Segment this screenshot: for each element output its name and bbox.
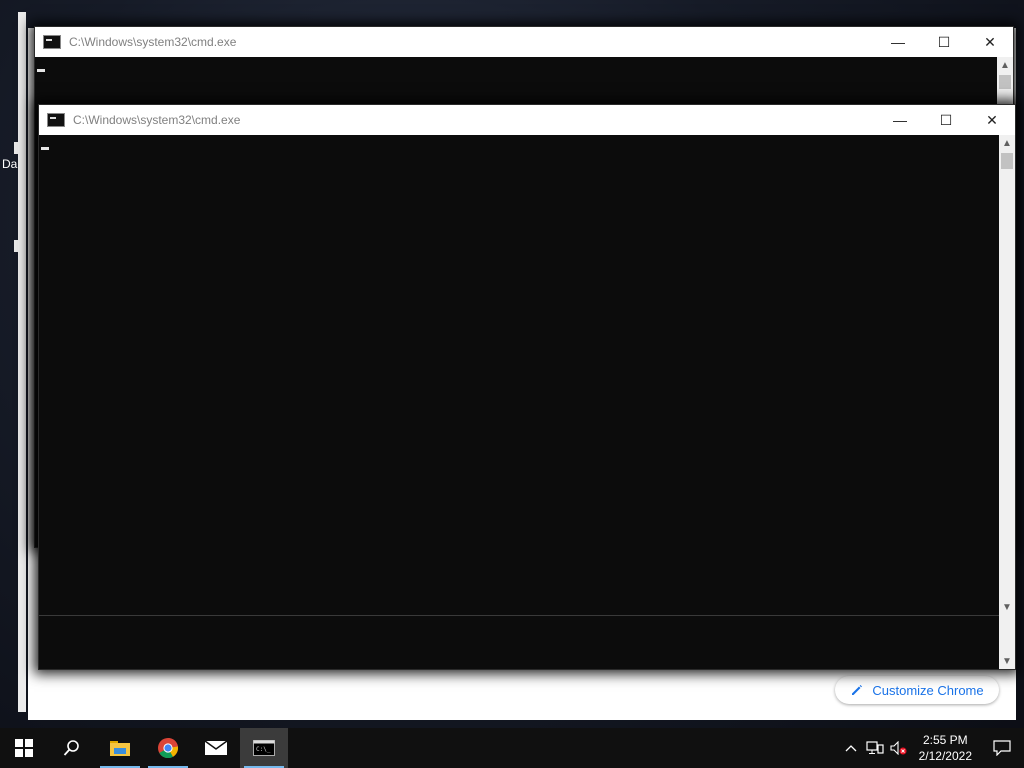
minimize-button[interactable]: —	[877, 105, 923, 135]
customize-chrome-button[interactable]: Customize Chrome	[835, 676, 999, 704]
cmd-app-icon	[47, 113, 65, 127]
customize-chrome-label: Customize Chrome	[872, 682, 984, 698]
close-icon: ✕	[984, 33, 996, 50]
scroll-down-icon[interactable]: ▼	[999, 599, 1015, 615]
taskbar-chrome[interactable]	[144, 728, 192, 768]
start-button[interactable]	[0, 728, 48, 768]
minimize-icon: —	[891, 34, 905, 50]
show-hidden-icons-button[interactable]	[839, 744, 863, 752]
taskbar-file-explorer[interactable]	[96, 728, 144, 768]
maximize-icon: ☐	[937, 33, 951, 50]
network-button[interactable]	[863, 741, 887, 755]
pencil-icon	[852, 685, 863, 695]
file-explorer-icon	[110, 741, 130, 756]
network-icon	[866, 741, 884, 754]
chrome-icon	[158, 738, 179, 759]
volume-muted-icon	[890, 741, 907, 755]
text-cursor	[37, 69, 45, 72]
search-icon	[63, 740, 79, 756]
clock-time: 2:55 PM	[922, 733, 968, 747]
close-button[interactable]: ✕	[969, 105, 1015, 135]
minimize-button[interactable]: —	[875, 27, 921, 57]
chevron-up-icon	[845, 745, 857, 752]
svg-text:C:\_: C:\_	[256, 746, 271, 753]
taskbar-command-prompt[interactable]: C:\_	[240, 728, 288, 768]
close-icon: ✕	[986, 111, 998, 128]
window-title: C:\Windows\system32\cmd.exe	[69, 35, 237, 49]
minimize-icon: —	[893, 112, 907, 128]
taskbar: C:\_ 2:55 PM 2/12/2022	[0, 728, 1024, 768]
taskbar-mail[interactable]	[192, 728, 240, 768]
windows-start-icon	[15, 739, 33, 757]
desktop-icon-label[interactable]: Da	[2, 157, 17, 171]
command-prompt-icon: C:\_	[253, 740, 275, 756]
cmd-app-icon	[43, 35, 61, 49]
window-title: C:\Windows\system32\cmd.exe	[73, 113, 241, 127]
title-bar[interactable]: C:\Windows\system32\cmd.exe — ☐ ✕	[39, 105, 1015, 135]
notification-icon	[993, 740, 1011, 756]
volume-button[interactable]	[887, 741, 911, 755]
console-area[interactable]	[39, 135, 999, 669]
action-center-button[interactable]	[980, 740, 1024, 756]
maximize-button[interactable]: ☐	[923, 105, 969, 135]
maximize-button[interactable]: ☐	[921, 27, 967, 57]
close-button[interactable]: ✕	[967, 27, 1013, 57]
mail-icon	[204, 740, 228, 755]
clock-date: 2/12/2022	[918, 749, 972, 763]
search-button[interactable]	[48, 728, 96, 768]
vertical-scrollbar[interactable]: ▲ ▼ ▼	[999, 135, 1015, 669]
console-divider	[39, 615, 999, 616]
scroll-up-icon[interactable]: ▲	[997, 57, 1013, 73]
scroll-thumb[interactable]	[999, 75, 1011, 89]
taskbar-clock[interactable]: 2:55 PM 2/12/2022	[911, 732, 980, 764]
text-cursor	[41, 147, 49, 150]
cmd-window-front[interactable]: C:\Windows\system32\cmd.exe — ☐ ✕ ▲ ▼ ▼	[38, 104, 1016, 670]
system-tray: 2:55 PM 2/12/2022	[839, 728, 1024, 768]
background-window-edge	[18, 12, 26, 712]
scroll-thumb[interactable]	[1001, 153, 1013, 169]
scroll-down-icon[interactable]: ▼	[999, 653, 1015, 669]
title-bar[interactable]: C:\Windows\system32\cmd.exe — ☐ ✕	[35, 27, 1013, 57]
scroll-up-icon[interactable]: ▲	[999, 135, 1015, 151]
maximize-icon: ☐	[939, 111, 953, 128]
